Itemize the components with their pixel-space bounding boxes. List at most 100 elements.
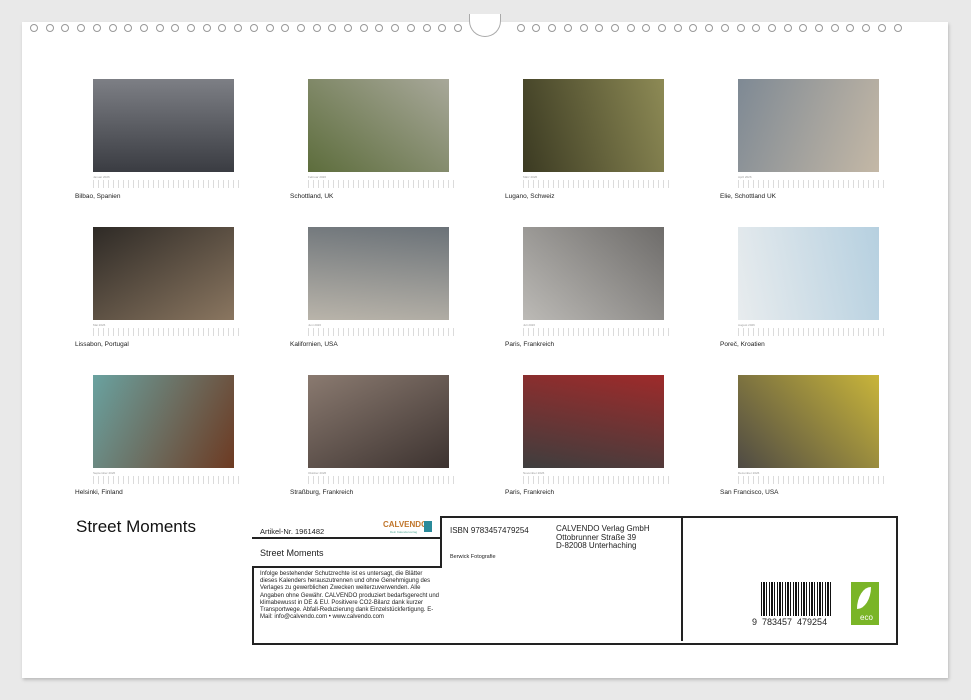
binding-hole (799, 24, 807, 32)
month-label: Februar 2026 (308, 175, 326, 179)
binding-hole (737, 24, 745, 32)
binding-hole (878, 24, 886, 32)
month-label: Juni 2026 (308, 323, 321, 327)
binding-hole (203, 24, 211, 32)
photo-caption: Elie, Schottland UK (720, 193, 776, 200)
day-strip (93, 476, 243, 484)
binding-hole (30, 24, 38, 32)
author: Berwick Fotografie (450, 554, 496, 560)
binding-hole (705, 24, 713, 32)
binding-hole (595, 24, 603, 32)
day-strip (738, 328, 888, 336)
binding-hole (360, 24, 368, 32)
binding-hole (627, 24, 635, 32)
binding-hole (831, 24, 839, 32)
binding-hole (564, 24, 572, 32)
month-label: September 2026 (93, 471, 115, 475)
eco-badge: eco (851, 582, 879, 625)
binding-hole (250, 24, 258, 32)
binding-hole (784, 24, 792, 32)
photo-caption: Lissabon, Portugal (75, 341, 129, 348)
month-label: März 2026 (523, 175, 537, 179)
photo-caption: Poreč, Kroatien (720, 341, 765, 348)
day-strip (523, 180, 673, 188)
barcode (761, 582, 831, 616)
binding-hole (391, 24, 399, 32)
binding-hole (93, 24, 101, 32)
article-number: Artikel-Nr. 1961482 (260, 527, 324, 536)
binding-hole (721, 24, 729, 32)
day-strip (523, 476, 673, 484)
binding-hole (375, 24, 383, 32)
binding-hole (454, 24, 462, 32)
month-label: April 2026 (738, 175, 752, 179)
binding-hole (46, 24, 54, 32)
publisher-address: CALVENDO Verlag GmbHOttobrunner Straße 3… (556, 525, 650, 551)
binding-hole (423, 24, 431, 32)
month-label: Mai 2026 (93, 323, 105, 327)
day-strip (738, 180, 888, 188)
binding-hole (894, 24, 902, 32)
month-photo (523, 227, 664, 320)
binding-hole (344, 24, 352, 32)
month-photo (523, 79, 664, 172)
isbn: ISBN 9783457479254 (450, 526, 529, 535)
binding-hole (313, 24, 321, 32)
photo-caption: Lugano, Schweiz (505, 193, 555, 200)
binding-hole (77, 24, 85, 32)
month-photo (93, 79, 234, 172)
month-photo (738, 375, 879, 468)
binding-hole (218, 24, 226, 32)
month-photo (93, 375, 234, 468)
binding-hole (642, 24, 650, 32)
binding-hole (768, 24, 776, 32)
day-strip (93, 180, 243, 188)
calvendo-logo-mark (424, 521, 432, 532)
photo-caption: Bilbao, Spanien (75, 193, 121, 200)
binding-hole (846, 24, 854, 32)
binding-hole (187, 24, 195, 32)
month-label: Oktober 2026 (308, 471, 326, 475)
photo-caption: Schottland, UK (290, 193, 333, 200)
binding-hole (407, 24, 415, 32)
day-strip (308, 328, 458, 336)
binding-hole (171, 24, 179, 32)
month-photo (308, 375, 449, 468)
month-label: August 2026 (738, 323, 755, 327)
binding-hole (124, 24, 132, 32)
binding-hole (140, 24, 148, 32)
binding-hole (674, 24, 682, 32)
leaf-icon (857, 587, 871, 609)
month-photo (308, 227, 449, 320)
binding-hole (156, 24, 164, 32)
day-strip (523, 328, 673, 336)
month-label: Januar 2026 (93, 175, 110, 179)
product-name: Street Moments (260, 548, 324, 558)
binding-hole (281, 24, 289, 32)
month-photo (93, 227, 234, 320)
binding-hole (438, 24, 446, 32)
day-strip (93, 328, 243, 336)
day-strip (308, 180, 458, 188)
photo-caption: Kalifornien, USA (290, 341, 338, 348)
binding-hole (689, 24, 697, 32)
binding-hole (752, 24, 760, 32)
binding-hole (815, 24, 823, 32)
month-photo (308, 79, 449, 172)
day-strip (738, 476, 888, 484)
binding-hole (266, 24, 274, 32)
month-label: Juli 2026 (523, 323, 535, 327)
photo-caption: Paris, Frankreich (505, 341, 554, 348)
photo-caption: Helsinki, Finland (75, 489, 123, 496)
binding-hole (658, 24, 666, 32)
photo-caption: San Francisco, USA (720, 489, 779, 496)
barcode-digits: 9 783457 479254 (752, 617, 827, 627)
binding-hole (234, 24, 242, 32)
month-label: Dezember 2026 (738, 471, 759, 475)
binding-hole (532, 24, 540, 32)
calendar-title: Street Moments (76, 517, 196, 537)
day-strip (308, 476, 458, 484)
photo-caption: Paris, Frankreich (505, 489, 554, 496)
binding-hole (328, 24, 336, 32)
month-label: November 2026 (523, 471, 544, 475)
